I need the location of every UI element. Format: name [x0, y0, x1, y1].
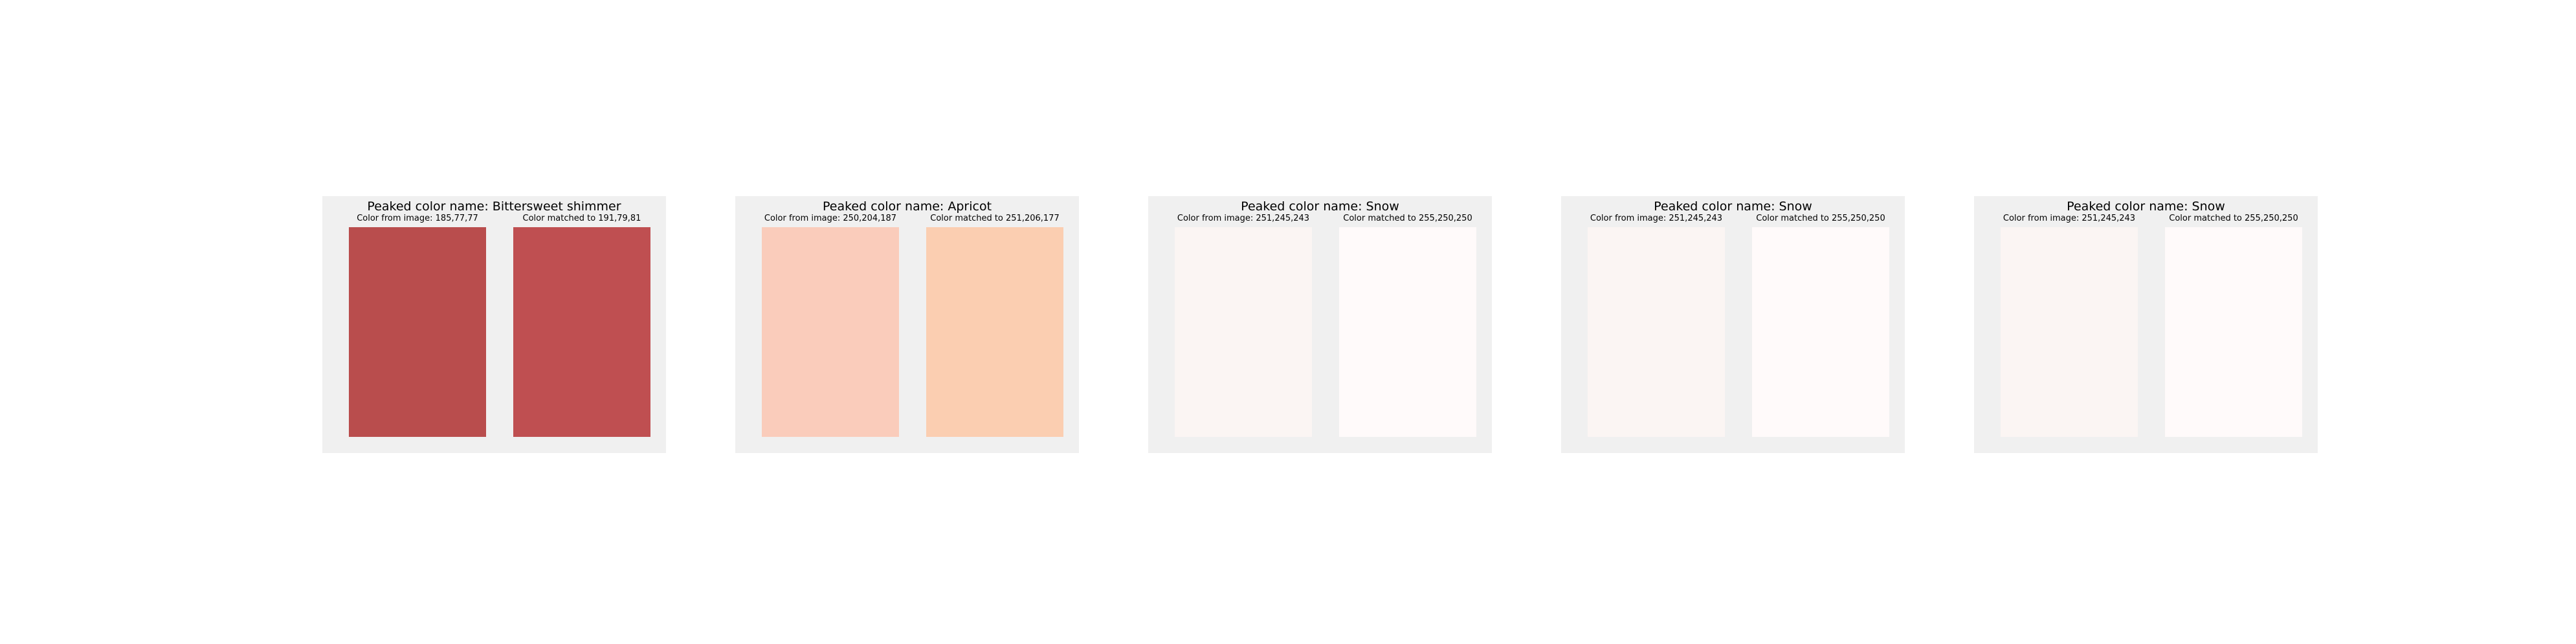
image-color-label: Color from image: 251,245,243: [1177, 214, 1310, 223]
matched-color-label: Color matched to 255,250,250: [2169, 214, 2298, 223]
matched-color-label: Color matched to 251,206,177: [930, 214, 1060, 223]
matched-color-swatch: [513, 227, 650, 437]
image-color-swatch: [2001, 227, 2138, 437]
panel-1: Peaked color name: Bittersweet shimmer C…: [322, 196, 666, 453]
panel-4: Peaked color name: Snow Color from image…: [1561, 196, 1905, 453]
panel-title: Peaked color name: Apricot: [822, 199, 992, 214]
image-color-label: Color from image: 251,245,243: [1590, 214, 1723, 223]
matched-color-swatch: [2165, 227, 2302, 437]
image-color-label: Color from image: 250,204,187: [764, 214, 897, 223]
panel-title: Peaked color name: Bittersweet shimmer: [367, 199, 621, 214]
panel-title: Peaked color name: Snow: [1654, 199, 1812, 214]
panel-title: Peaked color name: Snow: [2067, 199, 2225, 214]
matched-color-label: Color matched to 255,250,250: [1756, 214, 1885, 223]
image-color-swatch: [349, 227, 486, 437]
image-color-swatch: [762, 227, 899, 437]
matched-color-label: Color matched to 255,250,250: [1343, 214, 1472, 223]
matched-color-swatch: [926, 227, 1063, 437]
panel-3: Peaked color name: Snow Color from image…: [1148, 196, 1492, 453]
matched-color-swatch: [1339, 227, 1476, 437]
matched-color-label: Color matched to 191,79,81: [522, 214, 641, 223]
panel-2: Peaked color name: Apricot Color from im…: [735, 196, 1079, 453]
matched-color-swatch: [1752, 227, 1889, 437]
image-color-swatch: [1175, 227, 1312, 437]
panel-title: Peaked color name: Snow: [1241, 199, 1399, 214]
panel-5: Peaked color name: Snow Color from image…: [1974, 196, 2318, 453]
image-color-swatch: [1588, 227, 1725, 437]
image-color-label: Color from image: 251,245,243: [2003, 214, 2136, 223]
image-color-label: Color from image: 185,77,77: [357, 214, 478, 223]
